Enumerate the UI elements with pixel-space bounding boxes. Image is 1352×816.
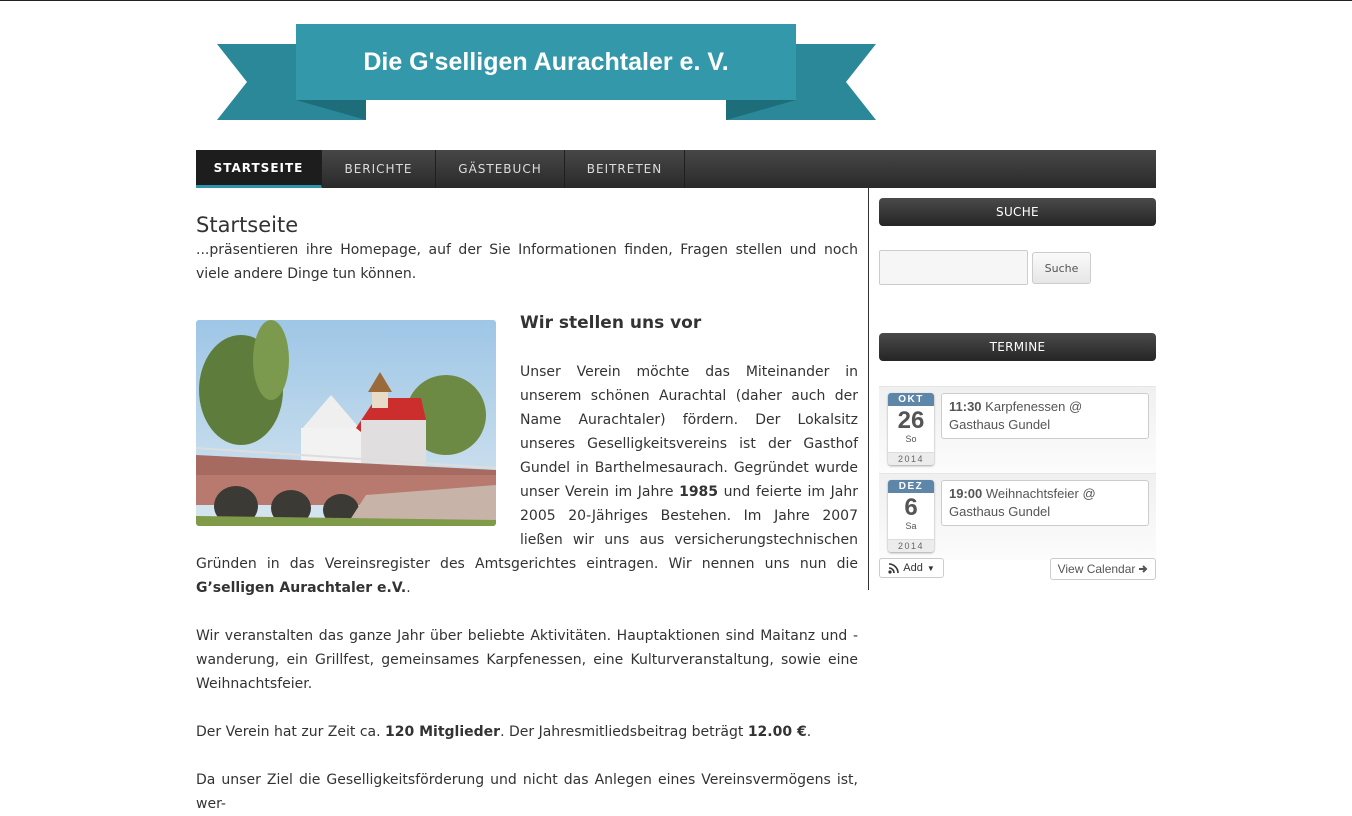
top-border-line	[0, 0, 1352, 1]
nav-item-beitreten[interactable]: BEITRETEN	[565, 150, 685, 188]
events-list: OKT 26 So 2014 11:30 Karpfenessen @ Gast…	[879, 386, 1156, 560]
event-date-badge: DEZ 6 Sa 2014	[888, 480, 934, 552]
view-calendar-label: View Calendar	[1057, 562, 1136, 576]
rss-icon	[888, 562, 900, 574]
search-input[interactable]	[879, 250, 1028, 285]
about-section: Wir stellen uns vor Unser Verein möchte …	[196, 310, 858, 600]
search-button[interactable]: Suche	[1032, 252, 1091, 284]
event-card[interactable]: 11:30 Karpfenessen @ Gasthaus Gundel	[941, 393, 1149, 439]
event-weekday: Sa	[905, 521, 917, 531]
nav-item-berichte[interactable]: BERICHTE	[322, 150, 436, 188]
arrow-right-icon	[1139, 565, 1148, 573]
nav-item-gaestebuch[interactable]: GÄSTEBUCH	[436, 150, 565, 188]
club-name: G’selligen Aurachtaler e.V.	[196, 580, 407, 596]
caret-down-icon: ▼	[926, 563, 935, 573]
events-widget-header: TERMINE	[879, 333, 1156, 361]
event-item: OKT 26 So 2014 11:30 Karpfenessen @ Gast…	[879, 386, 1156, 473]
event-item: DEZ 6 Sa 2014 19:00 Weihnachtsfeier @ Ga…	[879, 473, 1156, 560]
founding-year: 1985	[679, 484, 719, 500]
goal-paragraph: Da unser Ziel die Geselligkeitsförderung…	[196, 772, 858, 812]
membership-text-3: .	[806, 724, 812, 740]
main-content: Startseite ...präsentieren ihre Homepage…	[196, 212, 858, 816]
about-text-3: .	[406, 580, 411, 596]
membership-text-1: Der Verein hat zur Zeit ca.	[196, 724, 386, 740]
intro-text: ...präsentieren ihre Homepage, auf der S…	[196, 242, 858, 282]
event-time: 11:30	[949, 399, 982, 414]
event-time: 19:00	[949, 486, 983, 501]
event-weekday: So	[905, 434, 917, 444]
main-navigation: STARTSEITE BERICHTE GÄSTEBUCH BEITRETEN	[196, 150, 1156, 188]
about-text-1: Unser Verein möchte das Miteinander in u…	[520, 364, 858, 500]
site-banner[interactable]: Die G'selligen Aurachtaler e. V.	[217, 24, 876, 120]
event-day: 6	[904, 494, 918, 521]
membership-text-2: . Der Jahresmitliedsbeitrag beträgt	[500, 724, 748, 740]
event-month: OKT	[888, 393, 934, 406]
content-divider	[868, 188, 869, 590]
site-title: Die G'selligen Aurachtaler e. V.	[363, 47, 729, 76]
membership-fee: 12.00 €	[747, 724, 807, 740]
search-widget-header: SUCHE	[879, 198, 1156, 226]
membership-paragraph: Der Verein hat zur Zeit ca. 120 Mitglied…	[196, 720, 858, 744]
view-calendar-button[interactable]: View Calendar	[1050, 558, 1156, 580]
event-card[interactable]: 19:00 Weihnachtsfeier @ Gasthaus Gundel	[941, 480, 1149, 526]
page-title: Startseite	[196, 213, 299, 237]
event-date-badge: OKT 26 So 2014	[888, 393, 934, 465]
member-count: 120 Mitglieder	[385, 724, 501, 740]
club-photo-bridge	[196, 320, 496, 526]
activities-paragraph: Wir veranstalten das ganze Jahr über bel…	[196, 628, 858, 692]
event-day: 26	[897, 407, 925, 434]
event-year: 2014	[888, 539, 934, 552]
add-calendar-button[interactable]: Add ▼	[879, 558, 944, 578]
event-year: 2014	[888, 452, 934, 465]
event-month: DEZ	[888, 480, 934, 493]
nav-item-startseite[interactable]: STARTSEITE	[196, 150, 322, 188]
add-label: Add	[903, 562, 923, 574]
